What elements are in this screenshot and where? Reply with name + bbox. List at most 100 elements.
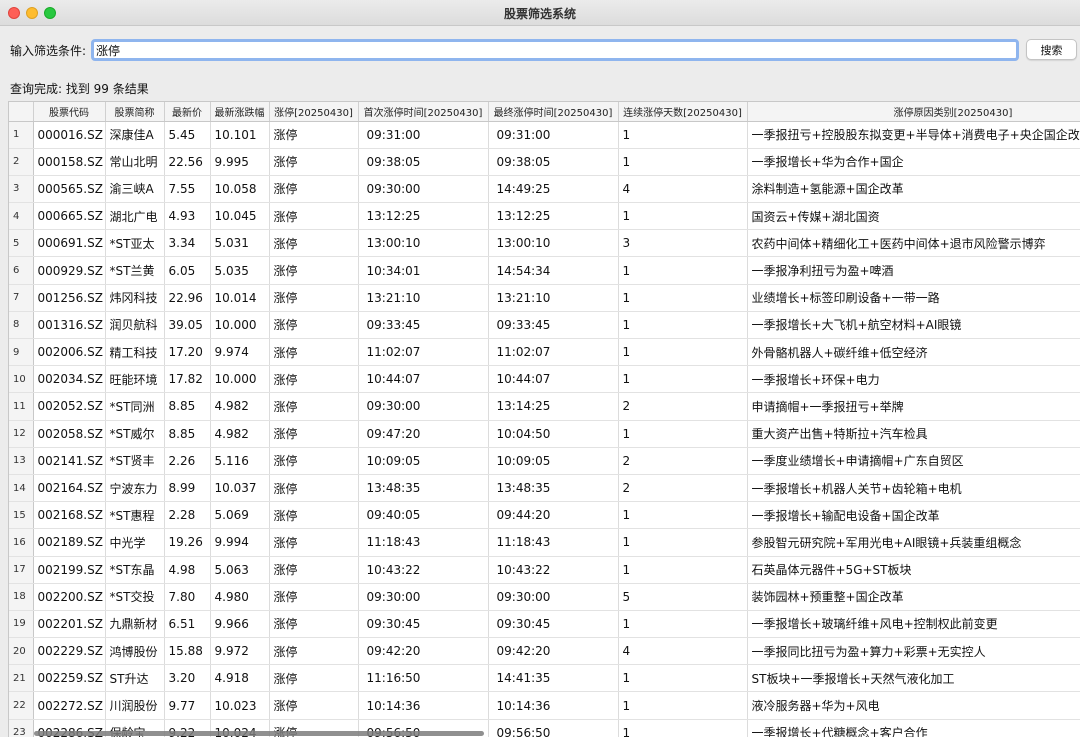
table-cell[interactable]: 4.918 <box>210 664 270 693</box>
table-row[interactable]: 15 002168.SZ *ST惠程 2.28 5.069 涨停 09:40:05 09:44… <box>9 501 1080 530</box>
table-cell[interactable]: 鸿博股份 <box>105 637 165 666</box>
table-cell[interactable]: 4 <box>618 637 748 666</box>
table-cell[interactable]: 7.80 <box>164 583 211 611</box>
table-cell[interactable]: 13:48:35 <box>358 474 489 503</box>
table-cell[interactable]: 中光学 <box>105 528 165 557</box>
column-header[interactable]: 涨停原因类别[20250430] <box>747 102 1080 122</box>
table-cell[interactable]: 一季报增长+机器人关节+齿轮箱+电机 <box>747 474 1080 503</box>
row-number[interactable]: 18 <box>9 583 34 611</box>
table-cell[interactable]: 涨停 <box>269 175 359 204</box>
table-cell[interactable]: 液冷服务器+华为+风电 <box>747 691 1080 720</box>
table-cell[interactable]: 10:44:07 <box>358 365 489 394</box>
table-cell[interactable]: 3.20 <box>164 664 211 693</box>
table-cell[interactable]: 涨停 <box>269 501 359 530</box>
table-cell[interactable]: 39.05 <box>164 311 211 340</box>
table-cell[interactable]: 13:00:10 <box>358 229 489 258</box>
table-cell[interactable]: 10:43:22 <box>488 556 619 584</box>
table-row[interactable]: 5 000691.SZ *ST亚太 3.34 5.031 涨停 13:00:10 13:00:… <box>9 229 1080 258</box>
row-number[interactable]: 19 <box>9 610 34 639</box>
table-cell[interactable]: 10.000 <box>210 365 270 394</box>
table-cell[interactable]: 九鼎新材 <box>105 610 165 639</box>
table-cell[interactable]: 润贝航科 <box>105 311 165 340</box>
table-row[interactable]: 4 000665.SZ 湖北广电 4.93 10.045 涨停 13:12:25 13:12:… <box>9 202 1080 231</box>
table-cell[interactable]: 10.023 <box>210 691 270 720</box>
table-cell[interactable]: 10:09:05 <box>488 447 619 475</box>
row-number[interactable]: 17 <box>9 556 34 584</box>
table-cell[interactable]: *ST兰黄 <box>105 256 165 285</box>
table-cell[interactable]: 1 <box>618 365 748 394</box>
table-cell[interactable]: 一季度业绩增长+申请摘帽+广东自贸区 <box>747 447 1080 475</box>
table-cell[interactable]: 000691.SZ <box>33 229 106 258</box>
table-cell[interactable]: 002199.SZ <box>33 556 106 584</box>
table-cell[interactable]: 1 <box>618 664 748 693</box>
table-cell[interactable]: 外骨骼机器人+碳纤维+低空经济 <box>747 338 1080 367</box>
table-cell[interactable]: 旺能环境 <box>105 365 165 394</box>
table-row[interactable]: 21 002259.SZ ST升达 3.20 4.918 涨停 11:16:50 14:41:… <box>9 664 1080 693</box>
table-cell[interactable]: 9.994 <box>210 528 270 557</box>
table-cell[interactable]: 宁波东力 <box>105 474 165 503</box>
table-cell[interactable]: 8.85 <box>164 392 211 421</box>
table-cell[interactable]: 000665.SZ <box>33 202 106 231</box>
table-cell[interactable]: *ST惠程 <box>105 501 165 530</box>
table-cell[interactable]: 参股智元研究院+军用光电+AI眼镜+兵装重组概念 <box>747 528 1080 557</box>
table-row[interactable]: 14 002164.SZ 宁波东力 8.99 10.037 涨停 13:48:35 13:48… <box>9 474 1080 503</box>
table-cell[interactable]: 涨停 <box>269 338 359 367</box>
table-cell[interactable]: 涨停 <box>269 148 359 176</box>
table-cell[interactable]: 10.037 <box>210 474 270 503</box>
table-cell[interactable]: 涨停 <box>269 691 359 720</box>
table-cell[interactable]: 深康佳A <box>105 121 165 149</box>
row-number[interactable]: 10 <box>9 365 34 394</box>
column-header[interactable]: 涨停[20250430] <box>269 102 359 122</box>
table-cell[interactable]: 一季报增长+大飞机+航空材料+AI眼镜 <box>747 311 1080 340</box>
table-cell[interactable]: 5.031 <box>210 229 270 258</box>
table-cell[interactable]: 13:12:25 <box>358 202 489 231</box>
table-cell[interactable]: 涨停 <box>269 392 359 421</box>
table-cell[interactable]: *ST同洲 <box>105 392 165 421</box>
table-cell[interactable]: 9.966 <box>210 610 270 639</box>
row-number[interactable]: 6 <box>9 256 34 285</box>
table-cell[interactable]: 09:30:00 <box>488 583 619 611</box>
row-number[interactable]: 4 <box>9 202 34 231</box>
row-number[interactable]: 14 <box>9 474 34 503</box>
table-cell[interactable]: 09:30:45 <box>358 610 489 639</box>
table-cell[interactable]: 2 <box>618 392 748 421</box>
table-cell[interactable]: *ST亚太 <box>105 229 165 258</box>
table-cell[interactable]: 9.972 <box>210 637 270 666</box>
table-cell[interactable]: 22.56 <box>164 148 211 176</box>
table-cell[interactable]: 10:09:05 <box>358 447 489 475</box>
table-cell[interactable]: 5 <box>618 583 748 611</box>
table-cell[interactable]: 一季报增长+华为合作+国企 <box>747 148 1080 176</box>
table-cell[interactable]: 09:47:20 <box>358 420 489 448</box>
table-cell[interactable]: 1 <box>618 202 748 231</box>
table-cell[interactable]: 10:43:22 <box>358 556 489 584</box>
table-cell[interactable]: 1 <box>618 311 748 340</box>
table-row[interactable]: 18 002200.SZ *ST交投 7.80 4.980 涨停 09:30:00 09:30… <box>9 583 1080 611</box>
table-cell[interactable]: 1 <box>618 691 748 720</box>
table-cell[interactable]: 13:21:10 <box>488 284 619 312</box>
table-cell[interactable]: 2.28 <box>164 501 211 530</box>
table-cell[interactable]: *ST东晶 <box>105 556 165 584</box>
table-cell[interactable]: 申请摘帽+一季报扭亏+举牌 <box>747 392 1080 421</box>
table-cell[interactable]: 13:48:35 <box>488 474 619 503</box>
table-cell[interactable]: 1 <box>618 420 748 448</box>
table-cell[interactable]: 精工科技 <box>105 338 165 367</box>
table-cell[interactable]: 3.34 <box>164 229 211 258</box>
column-header[interactable]: 首次涨停时间[20250430] <box>358 102 489 122</box>
row-number[interactable]: 20 <box>9 637 34 666</box>
row-number-header[interactable] <box>9 102 34 122</box>
table-cell[interactable]: 涨停 <box>269 447 359 475</box>
table-cell[interactable]: 涨停 <box>269 474 359 503</box>
row-number[interactable]: 11 <box>9 392 34 421</box>
table-row[interactable]: 12 002058.SZ *ST威尔 8.85 4.982 涨停 09:47:20 10:04… <box>9 420 1080 448</box>
table-cell[interactable]: 09:30:00 <box>358 175 489 204</box>
table-row[interactable]: 6 000929.SZ *ST兰黄 6.05 5.035 涨停 10:34:01 14:54:… <box>9 256 1080 285</box>
table-cell[interactable]: 8.85 <box>164 420 211 448</box>
table-cell[interactable]: 000929.SZ <box>33 256 106 285</box>
table-cell[interactable]: 一季报净利扭亏为盈+啤酒 <box>747 256 1080 285</box>
table-cell[interactable]: 7.55 <box>164 175 211 204</box>
table-cell[interactable]: 11:18:43 <box>488 528 619 557</box>
table-cell[interactable]: 农药中间体+精细化工+医药中间体+退市风险警示博弈 <box>747 229 1080 258</box>
table-cell[interactable]: ST板块+一季报增长+天然气液化加工 <box>747 664 1080 693</box>
table-cell[interactable]: 一季报扭亏+控股股东拟变更+半导体+消费电子+央企国企改革 <box>747 121 1080 149</box>
table-row[interactable]: 17 002199.SZ *ST东晶 4.98 5.063 涨停 10:43:22 10:43… <box>9 556 1080 584</box>
